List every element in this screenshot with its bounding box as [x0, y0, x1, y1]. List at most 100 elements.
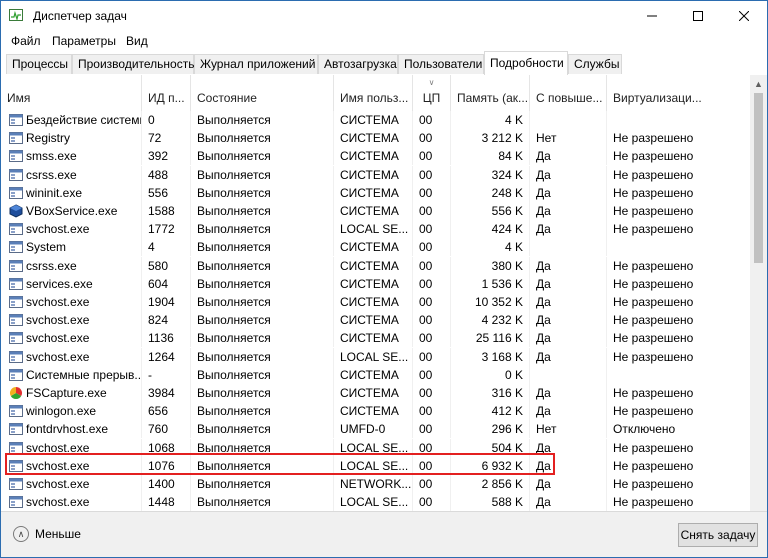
table-row[interactable]: svchost.exe 1448 Выполняется LOCAL SE... 00 5… [1, 493, 751, 511]
table-row[interactable]: Бездействие системы 0 Выполняется СИСТЕМА 00… [1, 111, 751, 129]
process-virtualization: Не разрешено [607, 165, 751, 184]
tab-services[interactable]: Службы [568, 54, 622, 74]
table-row[interactable]: System 4 Выполняется СИСТЕМА 00 4 K [1, 238, 751, 257]
process-memory: 1 536 K [451, 274, 530, 293]
table-row[interactable]: csrss.exe 580 Выполняется СИСТЕМА 00 380 K Да Н… [1, 256, 751, 275]
vertical-scrollbar[interactable]: ▲ [750, 75, 767, 511]
column-header-memory[interactable]: Память (ак... [451, 75, 530, 111]
column-header-elevated[interactable]: С повыше... [530, 75, 607, 111]
process-virtualization: Не разрешено [607, 256, 751, 275]
process-cpu: 00 [413, 202, 451, 220]
table-row[interactable]: FSCapture.exe 3984 Выполняется СИСТЕМА 00 316… [1, 384, 751, 402]
process-virtualization [607, 365, 751, 384]
table-row[interactable]: svchost.exe 1264 Выполняется LOCAL SE... 00 3… [1, 347, 751, 366]
process-memory: 4 K [451, 238, 530, 257]
table-row[interactable]: winlogon.exe 656 Выполняется СИСТЕМА 00 412 K… [1, 402, 751, 421]
process-elevated: Да [530, 202, 607, 220]
process-status: Выполняется [191, 129, 334, 148]
column-header-name[interactable]: Имя [1, 75, 142, 111]
table-row[interactable]: svchost.exe 1136 Выполняется СИСТЕМА 00 25 11… [1, 329, 751, 348]
process-virtualization: Не разрешено [607, 438, 751, 457]
process-user: LOCAL SE... [334, 220, 413, 239]
column-header-cpu[interactable]: ∨ ЦП [413, 75, 451, 111]
minimize-button[interactable] [629, 1, 675, 31]
chevron-up-icon[interactable]: ∧ [13, 526, 29, 542]
process-user: СИСТЕМА [334, 311, 413, 330]
task-manager-window: Диспетчер задач Файл Параметры Вид Проце… [0, 0, 768, 558]
process-virtualization: Не разрешено [607, 384, 751, 402]
task-manager-icon [9, 9, 23, 21]
process-memory: 4 K [451, 111, 530, 129]
column-header-pid[interactable]: ИД п... [142, 75, 191, 111]
process-cpu: 00 [413, 147, 451, 166]
process-memory: 4 232 K [451, 311, 530, 330]
table-row[interactable]: services.exe 604 Выполняется СИСТЕМА 00 1 536… [1, 274, 751, 293]
end-task-button[interactable]: Снять задачу [678, 523, 758, 547]
tab-users[interactable]: Пользователи [398, 54, 484, 74]
process-status: Выполняется [191, 420, 334, 439]
process-virtualization: Не разрешено [607, 274, 751, 293]
table-row[interactable]: svchost.exe 1772 Выполняется LOCAL SE... 00 4… [1, 220, 751, 239]
menu-view[interactable]: Вид [126, 34, 148, 48]
table-row[interactable]: wininit.exe 556 Выполняется СИСТЕМА 00 248 KД… [1, 183, 751, 202]
process-status: Выполняется [191, 202, 334, 220]
table-row[interactable]: Системные прерыв... - Выполняется СИСТЕМА 00… [1, 365, 751, 384]
table-row[interactable]: svchost.exe 824 Выполняется СИСТЕМА 00 4 232 … [1, 311, 751, 330]
process-user: СИСТЕМА [334, 329, 413, 348]
maximize-button[interactable] [675, 1, 721, 31]
column-header-status[interactable]: Состояние [191, 75, 334, 111]
process-pid: 392 [142, 147, 191, 166]
process-name: csrss.exe [1, 165, 142, 184]
process-name: smss.exe [1, 147, 142, 166]
menu-file[interactable]: Файл [11, 34, 41, 48]
scrollbar-thumb[interactable] [754, 93, 763, 263]
table-row[interactable]: svchost.exe 1904 Выполняется СИСТЕМА 00 10 35… [1, 293, 751, 311]
process-user: СИСТЕМА [334, 147, 413, 166]
process-status: Выполняется [191, 274, 334, 293]
scroll-up-icon[interactable]: ▲ [750, 75, 767, 92]
table-row[interactable]: csrss.exe 488 Выполняется СИСТЕМА 00 324 K Да Н… [1, 165, 751, 184]
tab-startup[interactable]: Автозагрузка [318, 54, 398, 74]
column-header-virtualization[interactable]: Виртуализаци... [607, 75, 751, 111]
process-pid: 656 [142, 402, 191, 421]
process-cpu: 00 [413, 183, 451, 202]
process-status: Выполняется [191, 402, 334, 421]
fewer-details-button[interactable]: Меньше [35, 527, 81, 541]
tab-performance[interactable]: Производительность [72, 54, 194, 74]
table-row[interactable]: smss.exe 392 Выполняется СИСТЕМА 00 84 K Да Не … [1, 147, 751, 166]
process-memory: 10 352 K [451, 293, 530, 311]
process-elevated: Да [530, 347, 607, 366]
column-label: Виртуализаци... [613, 91, 702, 105]
process-memory: 424 K [451, 220, 530, 239]
close-button[interactable] [721, 1, 767, 31]
process-name: svchost.exe [1, 293, 142, 311]
tab-details[interactable]: Подробности [484, 51, 568, 75]
process-memory: 25 116 K [451, 329, 530, 348]
process-memory: 3 168 K [451, 347, 530, 366]
process-name: System [1, 238, 142, 257]
table-row[interactable]: VBoxService.exe 1588 Выполняется СИСТЕМА 00 5… [1, 202, 751, 220]
table-row[interactable]: svchost.exe 1400 Выполняется NETWORK... 00 2 … [1, 475, 751, 493]
process-status: Выполняется [191, 347, 334, 366]
process-name: svchost.exe [1, 493, 142, 511]
title-bar: Диспетчер задач [1, 1, 767, 31]
tab-app-history[interactable]: Журнал приложений [194, 54, 318, 74]
process-virtualization [607, 238, 751, 257]
process-status: Выполняется [191, 475, 334, 493]
process-name: Registry [1, 129, 142, 148]
column-label: ИД п... [148, 91, 185, 105]
process-user: СИСТЕМА [334, 111, 413, 129]
process-name: FSCapture.exe [1, 384, 142, 402]
process-name: services.exe [1, 274, 142, 293]
process-pid: 556 [142, 183, 191, 202]
process-memory: 556 K [451, 202, 530, 220]
process-cpu: 00 [413, 384, 451, 402]
process-status: Выполняется [191, 311, 334, 330]
tab-processes[interactable]: Процессы [6, 54, 72, 74]
table-row[interactable]: Registry 72 Выполняется СИСТЕМА 00 3 212 K Нет… [1, 129, 751, 148]
process-virtualization: Не разрешено [607, 129, 751, 148]
table-row[interactable]: fontdrvhost.exe 760 Выполняется UMFD-0 00 296… [1, 420, 751, 439]
process-user: NETWORK... [334, 475, 413, 493]
column-header-user[interactable]: Имя польз... [334, 75, 413, 111]
menu-options[interactable]: Параметры [52, 34, 116, 48]
